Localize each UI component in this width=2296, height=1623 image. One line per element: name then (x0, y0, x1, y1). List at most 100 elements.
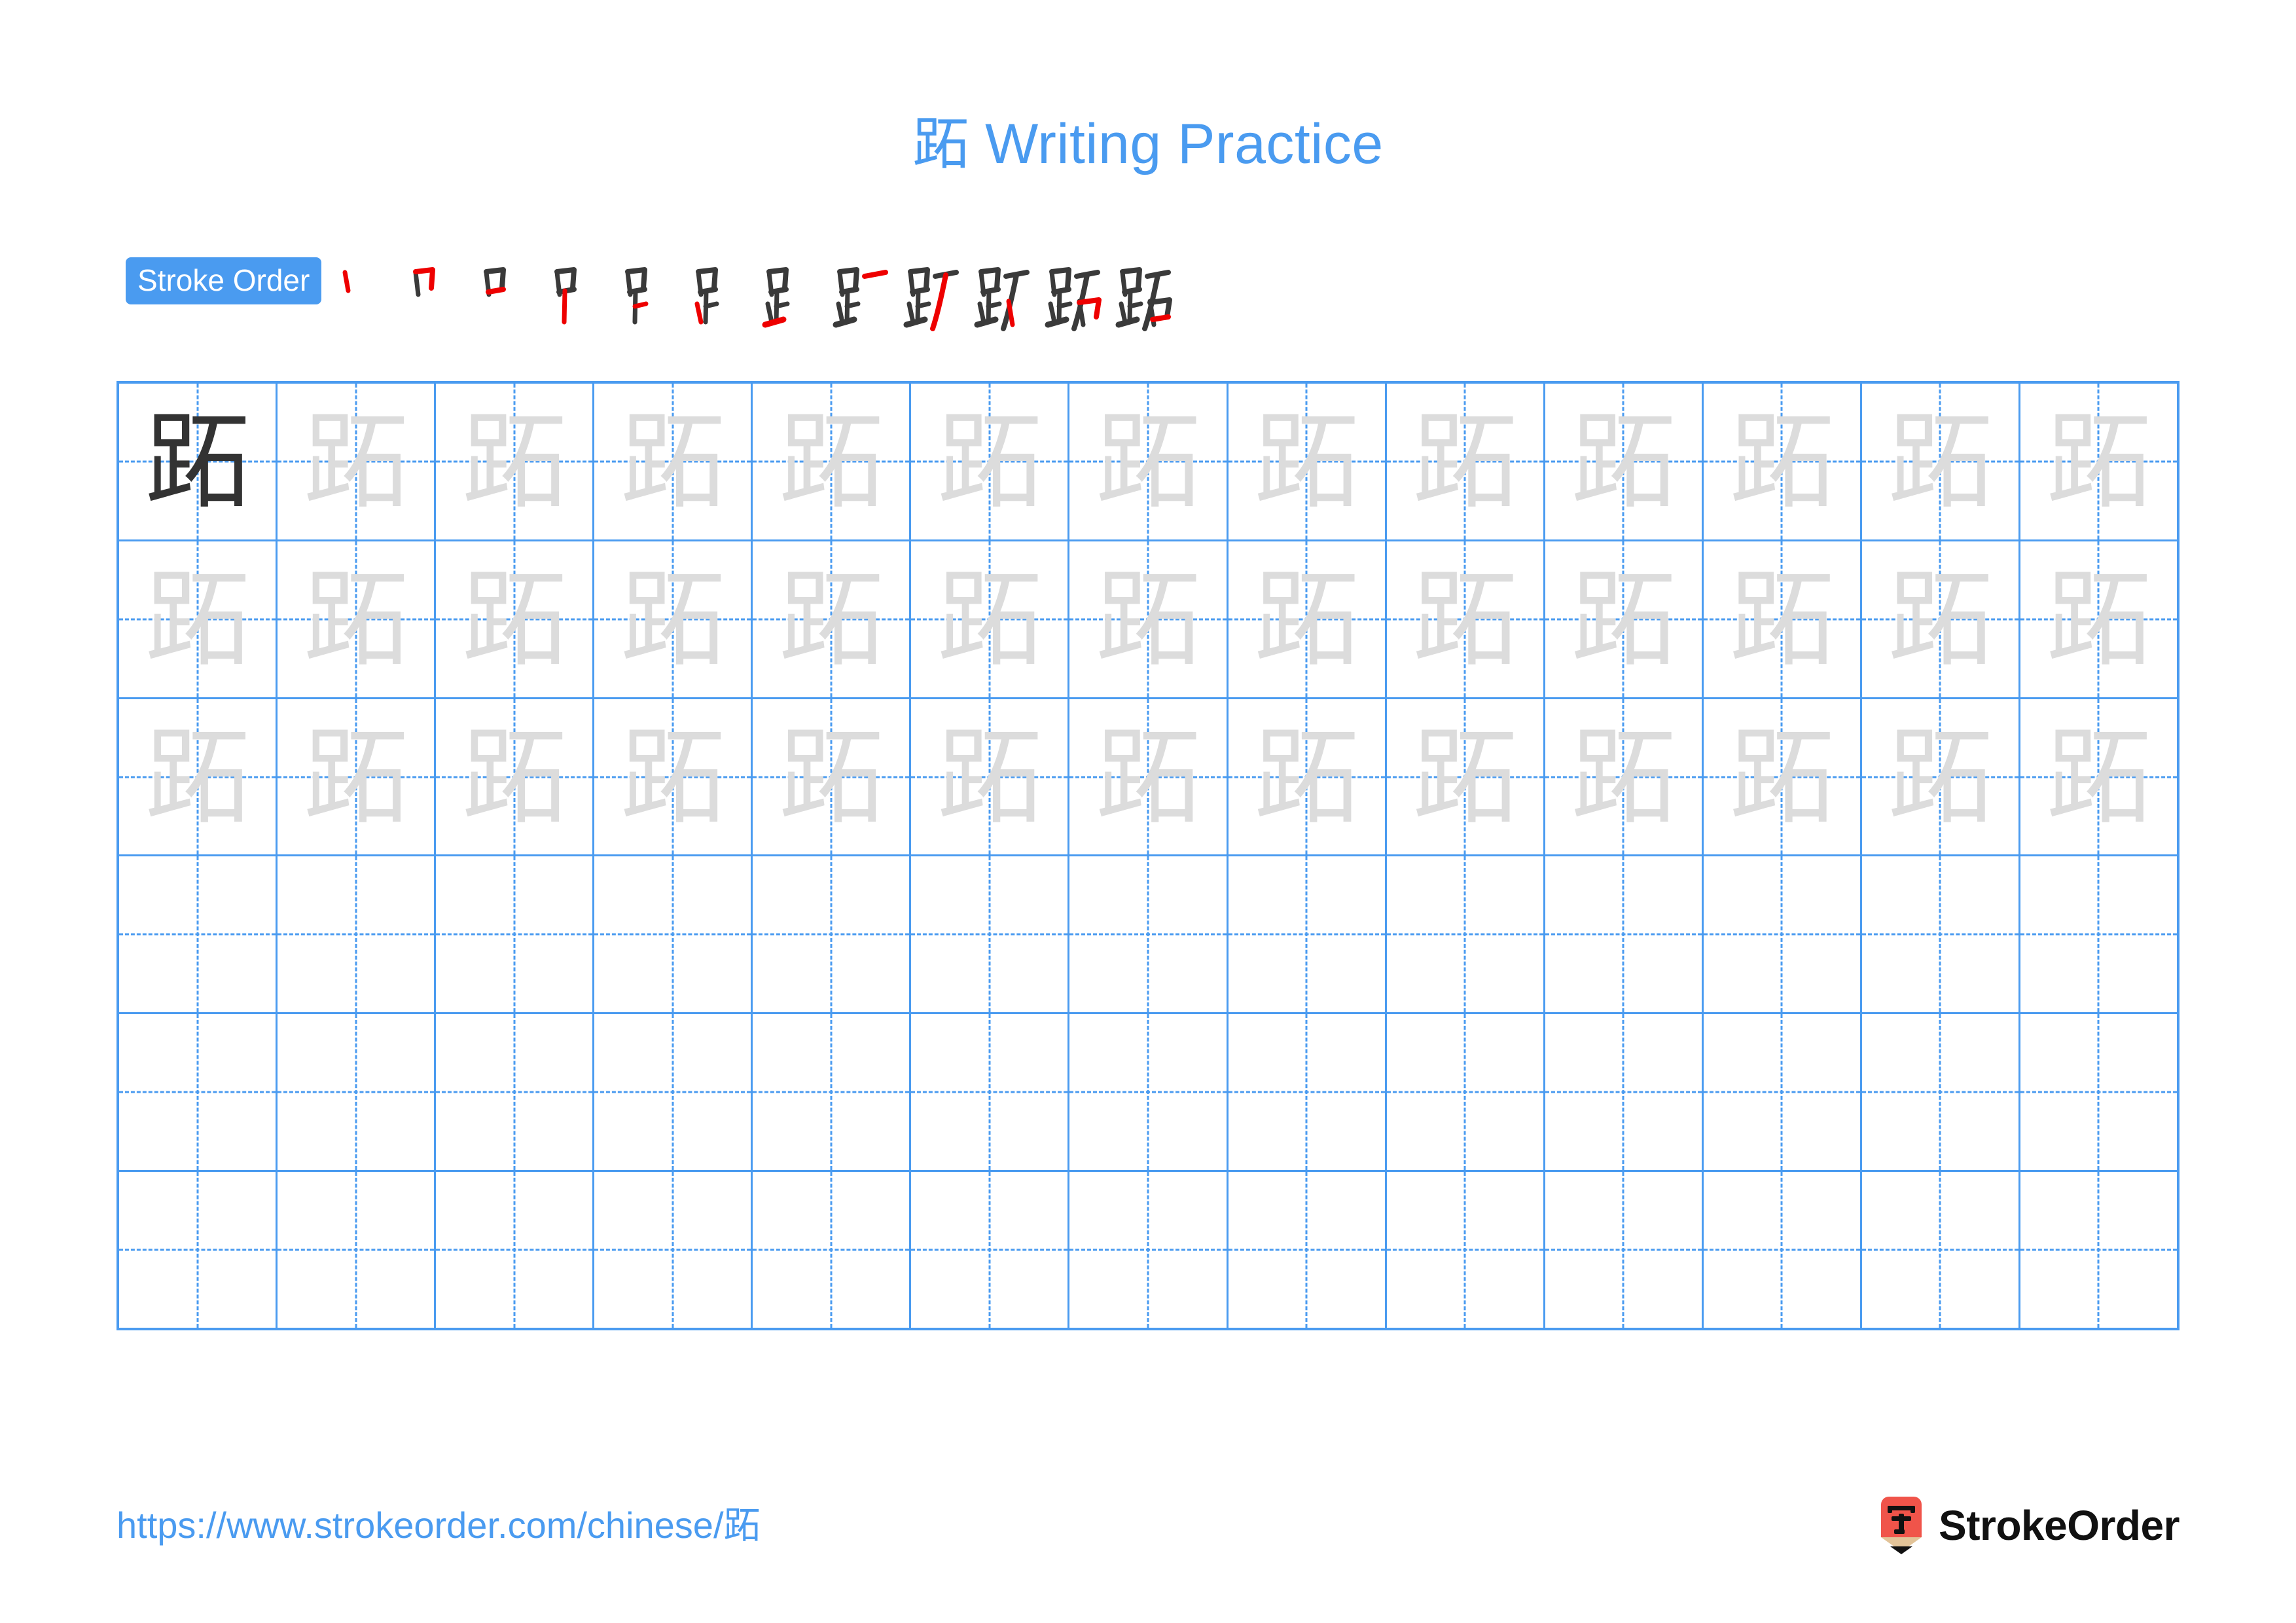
practice-grid-cell[interactable] (594, 1014, 753, 1171)
pencil-logo-svg (1881, 1497, 1922, 1554)
footer-url[interactable]: https://www.strokeorder.com/chinese/跖 (117, 1503, 761, 1548)
practice-grid-cell[interactable] (1229, 1172, 1387, 1328)
practice-grid-cell[interactable]: 跖 (911, 541, 1070, 697)
practice-grid-cell[interactable] (1387, 856, 1545, 1013)
practice-grid-cell[interactable] (1545, 1172, 1704, 1328)
practice-grid-cell[interactable]: 跖 (1229, 384, 1387, 539)
practice-grid-cell[interactable]: 跖 (1387, 541, 1545, 697)
page-title-character: 跖 (912, 111, 969, 177)
practice-grid-cell[interactable]: 跖 (436, 384, 595, 539)
practice-grid-cell[interactable] (911, 1014, 1070, 1171)
practice-grid-cell[interactable] (1229, 856, 1387, 1013)
practice-grid-cell[interactable] (278, 1014, 437, 1171)
practice-grid-cell[interactable] (119, 856, 278, 1013)
trace-character: 跖 (145, 715, 250, 838)
stroke-step-11-icon (1045, 267, 1102, 331)
practice-grid-cell[interactable]: 跖 (1545, 541, 1704, 697)
trace-character: 跖 (303, 715, 408, 838)
trace-character: 跖 (1412, 715, 1518, 838)
practice-grid-cell[interactable] (911, 1172, 1070, 1328)
practice-grid-cell[interactable] (436, 1014, 595, 1171)
practice-grid-cell[interactable] (2020, 1014, 2177, 1170)
practice-grid-cell[interactable] (1704, 1014, 1862, 1171)
practice-grid-cell[interactable] (436, 856, 595, 1013)
practice-grid-cell[interactable] (594, 856, 753, 1013)
practice-grid-cell[interactable] (119, 1172, 278, 1328)
practice-grid-cell[interactable]: 跖 (1862, 699, 2020, 855)
practice-grid-cell[interactable]: 跖 (1704, 541, 1862, 697)
practice-grid-cell[interactable] (1545, 1014, 1704, 1171)
practice-grid-cell[interactable] (278, 856, 437, 1013)
practice-grid-cell[interactable]: 跖 (119, 541, 278, 697)
stroke-step-1-icon (342, 270, 351, 293)
practice-grid-cell[interactable] (1704, 856, 1862, 1013)
practice-grid-cell[interactable]: 跖 (278, 541, 437, 697)
practice-grid-cell[interactable]: 跖 (436, 699, 595, 855)
practice-grid-cell[interactable]: 跖 (119, 384, 278, 539)
practice-grid-cell[interactable] (1229, 1014, 1387, 1171)
practice-grid-cell[interactable]: 跖 (1387, 384, 1545, 539)
practice-grid-cell[interactable]: 跖 (1069, 699, 1229, 855)
practice-grid-cell[interactable] (1862, 856, 2020, 1013)
practice-grid-cell[interactable]: 跖 (1229, 699, 1387, 855)
stroke-step-3 (472, 254, 543, 331)
practice-grid-cell[interactable]: 跖 (911, 699, 1070, 855)
practice-grid-cell[interactable]: 跖 (1069, 384, 1229, 539)
practice-grid-cell[interactable]: 跖 (1862, 384, 2020, 539)
practice-grid-cell[interactable] (278, 1172, 437, 1328)
stroke-step-5-icon (625, 267, 649, 325)
page-title: 跖 Writing Practice (0, 110, 2296, 178)
stroke-step-7 (755, 254, 825, 331)
stroke-step-6-icon (694, 267, 719, 325)
practice-grid-cell[interactable] (1387, 1172, 1545, 1328)
brand-logo-group[interactable]: StrokeOrder (1876, 1494, 2179, 1557)
practice-grid-cell[interactable] (436, 1172, 595, 1328)
practice-grid-cell[interactable] (753, 1172, 912, 1328)
stroke-step-12-icon (1115, 267, 1173, 331)
trace-character: 跖 (620, 715, 725, 838)
practice-grid-cell[interactable]: 跖 (1704, 384, 1862, 539)
practice-grid-cell[interactable] (911, 856, 1070, 1013)
practice-grid-cell[interactable]: 跖 (436, 541, 595, 697)
trace-character: 跖 (303, 557, 408, 680)
practice-grid-cell[interactable] (753, 856, 912, 1013)
stroke-step-7-icon (762, 267, 790, 328)
practice-grid-cell[interactable]: 跖 (2020, 699, 2177, 855)
trace-character: 跖 (1254, 715, 1359, 838)
practice-grid-cell[interactable]: 跖 (753, 541, 912, 697)
practice-grid-cell[interactable]: 跖 (1545, 699, 1704, 855)
practice-grid-cell[interactable]: 跖 (1862, 541, 2020, 697)
practice-grid-cell[interactable] (1069, 856, 1229, 1013)
practice-grid-cell[interactable] (119, 1014, 278, 1171)
practice-grid-cell[interactable]: 跖 (2020, 541, 2177, 697)
practice-grid-cell[interactable] (1069, 1172, 1229, 1328)
practice-grid-cell[interactable] (1069, 1014, 1229, 1171)
practice-grid-cell[interactable] (594, 1172, 753, 1328)
practice-grid-cell[interactable] (1862, 1014, 2020, 1171)
practice-grid-cell[interactable]: 跖 (594, 699, 753, 855)
practice-grid-cell[interactable]: 跖 (753, 384, 912, 539)
practice-grid-cell[interactable]: 跖 (1387, 699, 1545, 855)
practice-grid-cell[interactable]: 跖 (1545, 384, 1704, 539)
practice-grid-cell[interactable]: 跖 (119, 699, 278, 855)
practice-grid-cell[interactable] (1545, 856, 1704, 1013)
practice-grid-cell[interactable]: 跖 (594, 541, 753, 697)
practice-grid-cell[interactable] (1387, 1014, 1545, 1171)
footer-url-character: 跖 (723, 1504, 761, 1547)
practice-grid-cell[interactable] (2020, 1172, 2177, 1328)
practice-grid-cell[interactable]: 跖 (1229, 541, 1387, 697)
practice-grid-cell[interactable]: 跖 (753, 699, 912, 855)
practice-grid-cell[interactable]: 跖 (594, 384, 753, 539)
practice-grid-cell[interactable] (1704, 1172, 1862, 1328)
practice-grid-cell[interactable]: 跖 (278, 699, 437, 855)
practice-grid-cell[interactable]: 跖 (1704, 699, 1862, 855)
practice-grid-cell[interactable]: 跖 (911, 384, 1070, 539)
stroke-step-2-icon (413, 267, 436, 297)
practice-grid-cell[interactable]: 跖 (278, 384, 437, 539)
practice-grid-cell[interactable] (1862, 1172, 2020, 1328)
practice-grid-cell[interactable] (2020, 856, 2177, 1012)
trace-character: 跖 (1571, 557, 1676, 680)
practice-grid-cell[interactable]: 跖 (2020, 384, 2177, 539)
practice-grid-cell[interactable]: 跖 (1069, 541, 1229, 697)
practice-grid-cell[interactable] (753, 1014, 912, 1171)
